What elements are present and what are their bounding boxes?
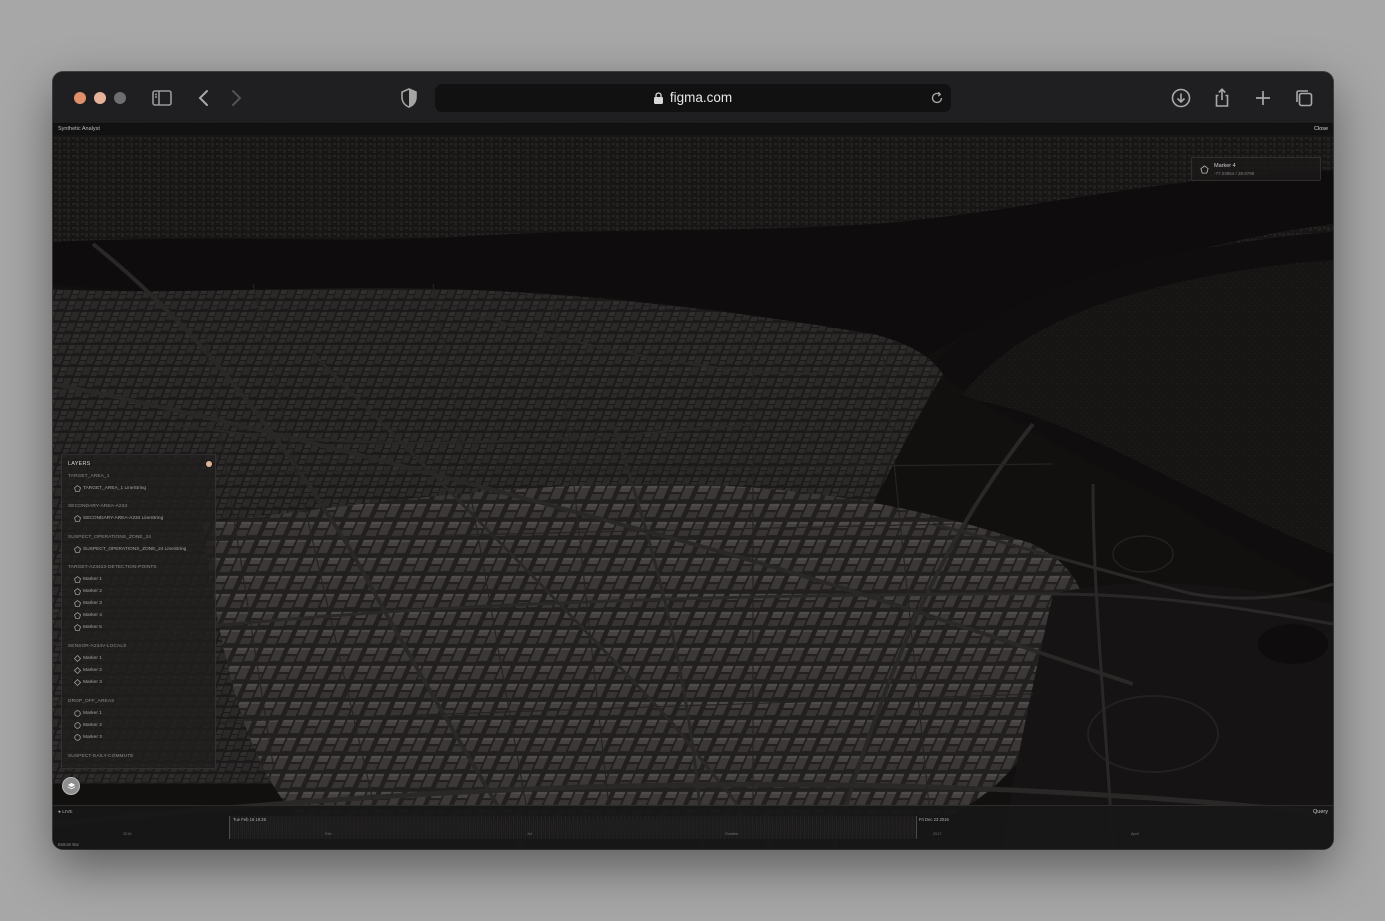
marker-card-coords: -77.03854 / 38.8798 bbox=[1214, 171, 1255, 176]
stack-icon bbox=[67, 782, 76, 790]
diamond-icon bbox=[73, 678, 82, 687]
pentagon-icon bbox=[74, 485, 81, 492]
timeline-bar: ● LIVE Query Tue Feb 16 19:26 Fri Dec 23… bbox=[53, 805, 1333, 849]
browser-window: figma.com Synthetic Analyst Close Marker… bbox=[53, 72, 1333, 849]
layer-group-title[interactable]: SECONDARY-AREA-A234 bbox=[68, 504, 127, 509]
layer-item-label: TARGET_AREA_1 LineString bbox=[83, 486, 147, 491]
layer-item-label: Marker 1 bbox=[83, 711, 102, 716]
marker-info-card[interactable]: Marker 4 -77.03854 / 38.8798 bbox=[1191, 157, 1321, 181]
layers-settings-icon[interactable] bbox=[206, 461, 212, 467]
back-icon[interactable] bbox=[192, 86, 216, 110]
minimize-window-button[interactable] bbox=[94, 92, 106, 104]
pentagon-icon bbox=[74, 576, 81, 583]
pentagon-icon bbox=[74, 600, 81, 607]
map-app: Synthetic Analyst Close Marker 4 -77.038… bbox=[53, 124, 1333, 849]
bottom-bar-label: Bottom Bar bbox=[58, 842, 79, 847]
query-button[interactable]: Query bbox=[1313, 809, 1328, 815]
layer-item-label: Marker 3 bbox=[83, 601, 102, 606]
layer-group-title[interactable]: DROP_OFF_AREAS bbox=[68, 699, 114, 704]
layers-panel: LAYERS TARGET_AREA_1 TARGET_AREA_1 LineSt… bbox=[61, 454, 216, 769]
pentagon-icon bbox=[74, 612, 81, 619]
pentagon-icon bbox=[74, 546, 81, 553]
timeline-tick: Feb bbox=[325, 832, 332, 836]
layer-item-label: Marker 2 bbox=[83, 668, 102, 673]
live-indicator[interactable]: ● LIVE bbox=[58, 810, 73, 815]
layer-item-label: Marker 4 bbox=[83, 613, 102, 618]
url-text: figma.com bbox=[669, 90, 733, 105]
layer-group-title[interactable]: SENSOR-A234V-LOCALS bbox=[68, 644, 126, 649]
zoom-window-button[interactable] bbox=[114, 92, 126, 104]
marker-card-title: Marker 4 bbox=[1214, 163, 1236, 169]
reload-icon[interactable] bbox=[930, 91, 944, 105]
address-bar[interactable]: figma.com bbox=[435, 84, 951, 112]
layer-group-title[interactable]: SUSPECT-DAILY-COMMUTE bbox=[68, 754, 134, 759]
layer-item-label: SUSPECT_OPERATIONS_ZONE_24 LineString bbox=[83, 547, 187, 552]
timeline-tick: April bbox=[1131, 832, 1139, 836]
sidebar-icon[interactable] bbox=[150, 86, 174, 110]
pentagon-icon bbox=[74, 624, 81, 631]
close-link[interactable]: Close bbox=[1314, 126, 1328, 132]
timeline-tick: October bbox=[725, 832, 739, 836]
layer-group-title[interactable]: SUSPECT_OPERATIONS_ZONE_24 bbox=[68, 535, 151, 540]
forward-icon[interactable] bbox=[224, 86, 248, 110]
layer-group-title[interactable]: TARGET-A23423-DETECTION-POINTS bbox=[68, 565, 157, 570]
circle-icon bbox=[74, 722, 81, 729]
range-end-label: Fri Dec 23 2016 bbox=[919, 817, 949, 822]
layer-item-label: Marker 3 bbox=[83, 735, 102, 740]
layers-toggle-button[interactable] bbox=[62, 777, 80, 795]
shield-icon[interactable] bbox=[397, 86, 421, 110]
layer-item-label: Marker 5 bbox=[83, 625, 102, 630]
app-title: Synthetic Analyst bbox=[58, 126, 100, 132]
pentagon-icon bbox=[74, 588, 81, 595]
layers-heading: LAYERS bbox=[68, 461, 91, 467]
layer-item-label: SECONDARY-AREA-A234 LineString bbox=[83, 516, 164, 521]
app-header: Synthetic Analyst Close bbox=[53, 124, 1333, 135]
tabs-overview-icon[interactable] bbox=[1292, 86, 1316, 110]
circle-icon bbox=[74, 734, 81, 741]
layer-group-title[interactable]: TARGET_AREA_1 bbox=[68, 474, 109, 479]
timeline-tick: 2016 bbox=[123, 832, 132, 836]
diamond-icon bbox=[73, 666, 82, 675]
layer-item-label: Marker 3 bbox=[83, 680, 102, 685]
close-window-button[interactable] bbox=[74, 92, 86, 104]
layer-item-label: Marker 1 bbox=[83, 656, 102, 661]
layer-item-label: Marker 1 bbox=[83, 577, 102, 582]
timeline-tick: 2017 bbox=[933, 832, 942, 836]
new-tab-icon[interactable] bbox=[1251, 86, 1275, 110]
layer-item-label: Marker 2 bbox=[83, 589, 102, 594]
share-icon[interactable] bbox=[1210, 86, 1234, 110]
timeline-tick: Jul bbox=[527, 832, 532, 836]
pentagon-icon bbox=[1200, 165, 1209, 174]
timeline-range[interactable]: Tue Feb 16 19:26 bbox=[229, 816, 917, 839]
download-icon[interactable] bbox=[1169, 86, 1193, 110]
layer-item-label: Marker 2 bbox=[83, 723, 102, 728]
range-start-label: Tue Feb 16 19:26 bbox=[233, 817, 266, 822]
circle-icon bbox=[74, 710, 81, 717]
diamond-icon bbox=[73, 654, 82, 663]
browser-toolbar: figma.com bbox=[53, 72, 1333, 124]
city-map-3d[interactable] bbox=[53, 124, 1333, 849]
pentagon-icon bbox=[74, 515, 81, 522]
